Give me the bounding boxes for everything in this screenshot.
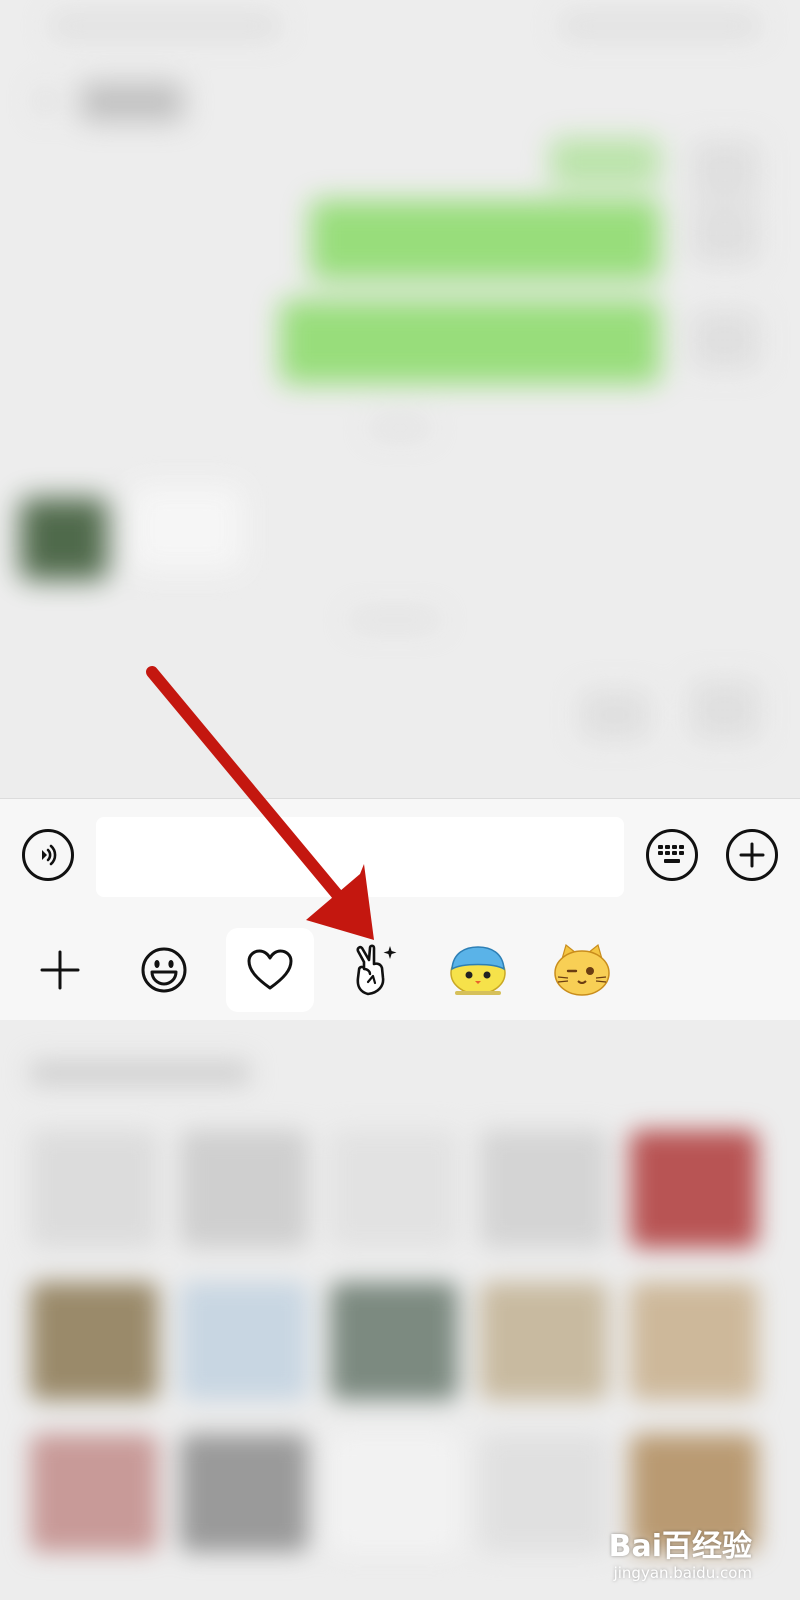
sticker-cell[interactable] bbox=[630, 1282, 758, 1400]
sent-message-bubble bbox=[280, 300, 660, 384]
plus-icon bbox=[40, 950, 80, 990]
voice-button[interactable] bbox=[22, 829, 74, 881]
sticker-cell[interactable] bbox=[30, 1434, 158, 1552]
voice-wave-icon bbox=[42, 844, 57, 866]
sent-voice-bubble-blurred bbox=[580, 690, 650, 740]
baidu-watermark: Bai百经验 jingyan.baidu.com bbox=[608, 1529, 752, 1583]
sender-avatar-blurred bbox=[690, 310, 760, 370]
sticker-cell[interactable] bbox=[330, 1282, 458, 1400]
tab-sticker-pack-cat-hat[interactable] bbox=[434, 928, 522, 1012]
sent-message-bubble bbox=[550, 138, 660, 186]
tab-sticker-pack-cat[interactable] bbox=[538, 928, 626, 1012]
back-chevron-blurred bbox=[36, 86, 54, 116]
tab-favorites[interactable] bbox=[226, 928, 314, 1012]
chat-screen: Bai百经验 jingyan.baidu.com bbox=[0, 0, 800, 1600]
grid-section-title-blurred bbox=[30, 1060, 250, 1086]
sticker-cell[interactable] bbox=[480, 1282, 608, 1400]
tab-add-sticker[interactable] bbox=[16, 928, 104, 1012]
status-bar-right-blurred bbox=[560, 14, 760, 38]
chat-title-blurred bbox=[80, 82, 184, 122]
timestamp-blurred bbox=[350, 612, 440, 628]
watermark-url: jingyan.baidu.com bbox=[613, 1564, 752, 1582]
sticker-cell[interactable] bbox=[480, 1130, 608, 1248]
sticker-grid-blurred bbox=[0, 1020, 800, 1600]
watermark-brand: Bai百经验 bbox=[608, 1529, 752, 1564]
sticker-cell[interactable] bbox=[480, 1434, 608, 1552]
sticker-cell[interactable] bbox=[30, 1282, 158, 1400]
heart-icon bbox=[247, 949, 293, 990]
winking-cat-sticker-icon bbox=[554, 943, 610, 996]
message-input[interactable] bbox=[96, 817, 624, 897]
peace-hand-sparkle-icon bbox=[356, 944, 397, 996]
keyboard-button[interactable] bbox=[646, 829, 698, 881]
sticker-cell[interactable] bbox=[30, 1130, 158, 1248]
sticker-cell[interactable] bbox=[180, 1434, 308, 1552]
sticker-cell[interactable] bbox=[180, 1130, 308, 1248]
input-bar bbox=[0, 798, 800, 902]
tab-stickers[interactable] bbox=[330, 928, 418, 1012]
sticker-cell[interactable] bbox=[630, 1130, 758, 1248]
tab-emoji[interactable] bbox=[120, 928, 208, 1012]
keyboard-icon bbox=[658, 845, 684, 863]
chat-history-blurred bbox=[0, 0, 800, 800]
contact-avatar-blurred bbox=[20, 498, 108, 580]
timestamp-blurred bbox=[370, 420, 430, 436]
sender-avatar-blurred bbox=[690, 680, 760, 740]
sender-avatar-blurred bbox=[690, 140, 760, 200]
received-message-bubble bbox=[132, 486, 242, 570]
sticker-tab-bar bbox=[0, 902, 800, 1020]
sticker-cell[interactable] bbox=[330, 1434, 458, 1552]
sticker-cell[interactable] bbox=[330, 1130, 458, 1248]
smiley-icon bbox=[141, 947, 187, 993]
sent-message-bubble bbox=[310, 200, 660, 280]
more-options-button[interactable] bbox=[726, 829, 778, 881]
sticker-cell[interactable] bbox=[180, 1282, 308, 1400]
sender-avatar-blurred bbox=[690, 204, 760, 264]
status-bar-blurred bbox=[50, 14, 280, 38]
plus-circle-icon bbox=[739, 842, 765, 868]
blue-hat-cat-sticker-icon bbox=[450, 946, 506, 995]
